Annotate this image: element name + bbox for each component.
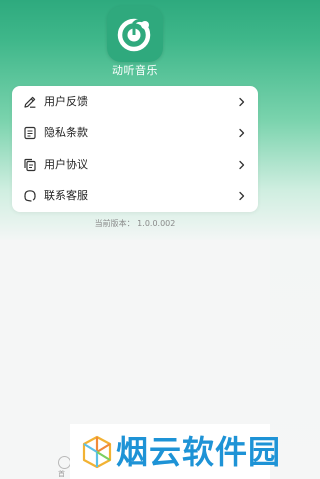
menu-item-label: 用户协议: [44, 158, 88, 171]
chevron-right-icon: [239, 128, 245, 138]
copy-icon: [24, 158, 36, 172]
app-logo: [107, 6, 163, 62]
pencil-icon: [24, 96, 36, 108]
menu-item-label: 隐私条款: [44, 126, 88, 139]
chevron-right-icon: [239, 97, 245, 107]
menu-item-contact-service[interactable]: 联系客服: [12, 180, 258, 212]
music-note-icon: [117, 18, 151, 52]
headset-icon: [24, 190, 36, 202]
menu-item-label: 联系客服: [44, 189, 88, 202]
chevron-right-icon: [239, 160, 245, 170]
menu-item-feedback[interactable]: 用户反馈: [12, 86, 258, 118]
watermark: 烟云软件园: [70, 424, 280, 479]
menu-item-agreement[interactable]: 用户协议: [12, 149, 258, 181]
menu-item-label: 用户反馈: [44, 95, 88, 108]
menu-item-privacy[interactable]: 隐私条款: [12, 117, 258, 149]
app-name: 动听音乐: [112, 64, 158, 77]
cube-logo-icon: [82, 435, 112, 469]
document-icon: [24, 126, 36, 140]
chevron-right-icon: [239, 191, 245, 201]
bottom-nav-label: 首: [58, 470, 65, 478]
watermark-text: 烟云软件园: [116, 433, 282, 471]
app-version: 当前版本： 1.0.0.002: [94, 219, 176, 228]
settings-menu-card: 用户反馈 隐私条款 用户协议 联系客服: [12, 86, 258, 212]
